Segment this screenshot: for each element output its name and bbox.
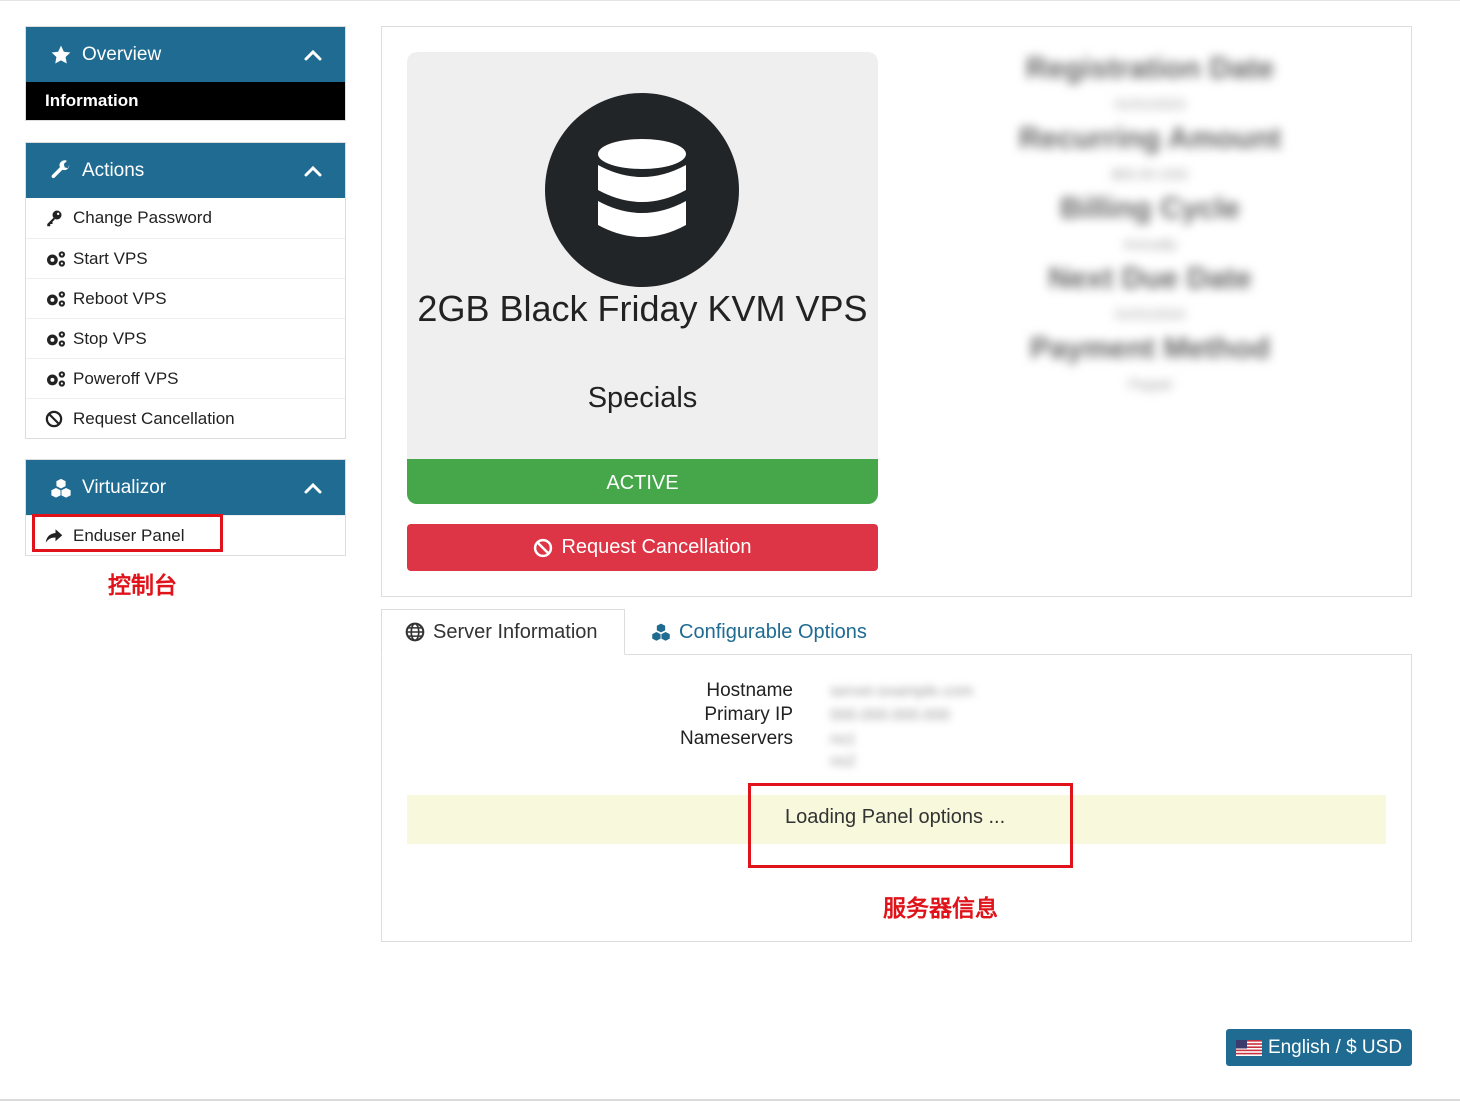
sidebar-item-poweroff-vps[interactable]: Poweroff VPS bbox=[26, 358, 345, 398]
cogs-icon bbox=[45, 370, 67, 388]
loading-highlight-box bbox=[748, 783, 1073, 868]
tab-label: Server Information bbox=[433, 620, 598, 643]
detail-value: 01/01/2024 bbox=[1114, 306, 1186, 322]
product-group: Specials bbox=[587, 382, 698, 414]
nameserver-2-value: ns2 bbox=[830, 753, 856, 770]
sidebar-item-start-vps[interactable]: Start VPS bbox=[26, 238, 345, 278]
server-info-annotation: 服务器信息 bbox=[883, 895, 998, 921]
actions-panel: Actions Change Password Start VPS Reboot… bbox=[25, 142, 346, 439]
actions-panel-header[interactable]: Actions bbox=[26, 143, 345, 198]
us-flag-icon bbox=[1235, 1039, 1262, 1056]
sidebar-item-label: Change Password bbox=[73, 208, 212, 227]
sidebar-item-request-cancellation[interactable]: Request Cancellation bbox=[26, 398, 345, 438]
actions-list: Change Password Start VPS Reboot VPS Sto… bbox=[26, 198, 345, 438]
sidebar-item-label: Reboot VPS bbox=[73, 288, 167, 308]
ban-icon bbox=[533, 537, 555, 559]
detail-label: Billing Cycle bbox=[1059, 192, 1241, 225]
detail-label: Recurring Amount bbox=[1018, 122, 1282, 155]
cogs-icon bbox=[45, 290, 67, 308]
detail-label: Next Due Date bbox=[1048, 262, 1252, 295]
chevron-up-icon[interactable] bbox=[303, 161, 323, 181]
nameserver-1-value: ns1 bbox=[830, 731, 856, 748]
globe-icon bbox=[405, 621, 427, 643]
cogs-icon bbox=[45, 330, 67, 348]
actions-title: Actions bbox=[82, 159, 145, 181]
info-tabs: Server Information Configurable Options bbox=[381, 609, 888, 655]
cubes-icon bbox=[50, 477, 72, 499]
overview-title: Overview bbox=[82, 43, 162, 65]
sidebar-item-label: Request Cancellation bbox=[73, 408, 235, 428]
language-currency-button[interactable]: English / $ USD bbox=[1226, 1029, 1412, 1066]
top-border bbox=[0, 0, 1460, 1]
detail-value: Annually bbox=[1123, 236, 1177, 252]
primary-ip-value: 000.000.000.000 bbox=[830, 707, 951, 724]
virtualizor-panel-header[interactable]: Virtualizor bbox=[26, 460, 345, 515]
billing-details-blurred: Registration Date 01/01/2023 Recurring A… bbox=[1000, 48, 1300, 398]
product-name: 2GB Black Friday KVM VPS bbox=[417, 288, 868, 329]
sidebar-item-label: Poweroff VPS bbox=[73, 368, 179, 388]
hostname-value: server.example.com bbox=[830, 683, 974, 700]
ban-icon bbox=[45, 410, 67, 428]
cubes-icon bbox=[651, 621, 673, 643]
sidebar-item-label: Stop VPS bbox=[73, 328, 147, 348]
detail-value: $00.00 USD bbox=[1111, 166, 1189, 182]
tab-configurable-options[interactable]: Configurable Options bbox=[625, 609, 888, 655]
chevron-up-icon[interactable] bbox=[303, 478, 323, 498]
detail-label: Payment Method bbox=[1029, 332, 1271, 365]
database-icon bbox=[545, 93, 739, 287]
bottom-border bbox=[0, 1099, 1460, 1101]
request-cancellation-label: Request Cancellation bbox=[561, 536, 752, 558]
tab-label: Configurable Options bbox=[679, 620, 867, 643]
star-icon bbox=[50, 44, 72, 66]
sidebar-item-information[interactable]: Information bbox=[26, 82, 345, 120]
request-cancellation-button[interactable]: Request Cancellation bbox=[407, 524, 878, 571]
detail-label: Registration Date bbox=[1025, 52, 1275, 85]
overview-panel-header[interactable]: Overview bbox=[26, 27, 345, 82]
tab-server-information[interactable]: Server Information bbox=[381, 609, 625, 655]
hostname-label: Hostname bbox=[706, 680, 793, 701]
status-badge: ACTIVE bbox=[407, 459, 878, 504]
language-currency-label: English / $ USD bbox=[1267, 1036, 1403, 1058]
primary-ip-label: Primary IP bbox=[704, 704, 793, 725]
cogs-icon bbox=[45, 250, 67, 268]
enduser-panel-highlight-box bbox=[32, 514, 223, 552]
product-summary: 2GB Black Friday KVM VPS Specials bbox=[407, 52, 878, 467]
overview-panel: Overview Information bbox=[25, 26, 346, 121]
chevron-up-icon[interactable] bbox=[303, 45, 323, 65]
sidebar-item-change-password[interactable]: Change Password bbox=[26, 198, 345, 238]
wrench-icon bbox=[50, 159, 72, 182]
detail-value: Paypal bbox=[1128, 376, 1172, 392]
virtualizor-title: Virtualizor bbox=[82, 476, 167, 498]
nameservers-label: Nameservers bbox=[680, 728, 793, 749]
detail-value: 01/01/2023 bbox=[1114, 96, 1186, 112]
sidebar-item-label: Start VPS bbox=[73, 248, 148, 268]
console-annotation: 控制台 bbox=[108, 572, 177, 598]
sidebar-item-reboot-vps[interactable]: Reboot VPS bbox=[26, 278, 345, 318]
sidebar-item-stop-vps[interactable]: Stop VPS bbox=[26, 318, 345, 358]
key-icon bbox=[45, 209, 67, 227]
